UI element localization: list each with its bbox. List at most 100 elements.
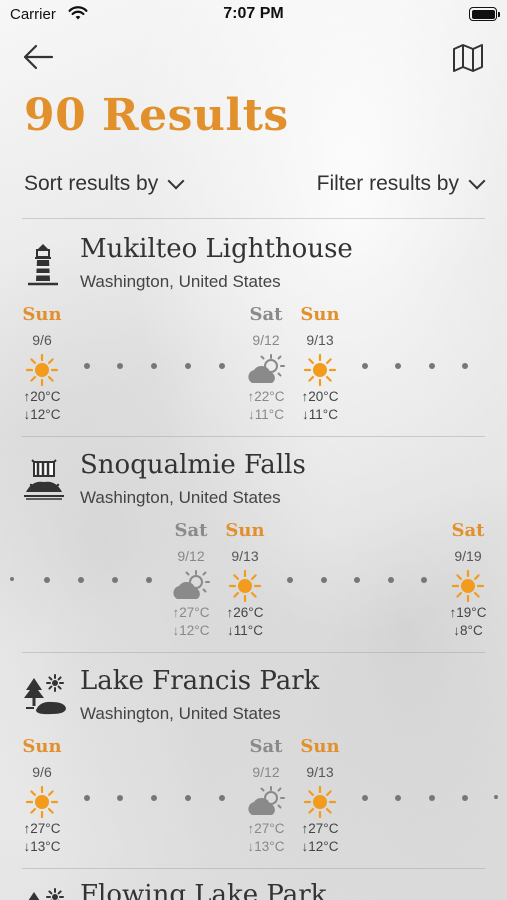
sun-icon — [217, 568, 273, 604]
forecast-day: Sun 9/6 ↑20°C ↓12°C — [14, 304, 70, 424]
day-name: Sun — [22, 304, 62, 325]
day-name: Sat — [249, 736, 283, 757]
temp-high: ↑22°C — [247, 389, 285, 404]
temp-high: ↑20°C — [23, 389, 61, 404]
place-name: Mukilteo Lighthouse — [80, 234, 353, 264]
day-name: Sun — [225, 520, 265, 541]
temp-low: ↓8°C — [453, 623, 483, 638]
forecast-day: Sat 9/19 ↑19°C ↓8°C — [440, 520, 496, 640]
chevron-down-icon — [468, 172, 486, 190]
day-date: 9/6 — [32, 332, 52, 348]
forecast-day: Sun 9/6 ↑27°C ↓13°C — [14, 736, 70, 856]
partly-cloudy-icon — [163, 568, 219, 604]
place-region: Washington, United States — [80, 488, 281, 507]
temp-low: ↓13°C — [247, 839, 285, 854]
temp-low: ↓12°C — [23, 407, 61, 422]
empty-day-dot — [462, 363, 468, 369]
sun-icon — [292, 784, 348, 820]
chevron-down-icon — [167, 172, 185, 190]
empty-day-dot — [84, 795, 90, 801]
back-arrow-icon — [23, 44, 54, 70]
empty-day-dot — [287, 577, 293, 583]
empty-day-dot — [219, 363, 225, 369]
sun-icon — [14, 352, 70, 388]
day-date: 9/13 — [306, 332, 334, 348]
day-date: 9/12 — [177, 548, 205, 564]
status-bar: Carrier 7:07 PM — [0, 0, 507, 32]
empty-day-dot — [219, 795, 225, 801]
sun-icon — [440, 568, 496, 604]
partly-cloudy-icon — [238, 784, 294, 820]
empty-day-dot — [117, 363, 123, 369]
empty-day-dot — [429, 363, 435, 369]
place-region: Washington, United States — [80, 272, 281, 291]
temp-low: ↓11°C — [302, 407, 338, 422]
result-card[interactable]: Mukilteo Lighthouse Washington, United S… — [0, 220, 507, 436]
empty-day-dot — [388, 577, 394, 583]
day-name: Sun — [22, 736, 62, 757]
forecast-day: Sat 9/12 ↑27°C ↓12°C — [163, 520, 219, 640]
empty-day-dot — [78, 577, 84, 583]
day-name: Sat — [451, 520, 485, 541]
page-title: 90 Results — [24, 90, 289, 141]
waterfall-icon — [22, 458, 64, 500]
temp-low: ↓12°C — [301, 839, 339, 854]
temp-high: ↑27°C — [247, 821, 285, 836]
empty-day-dot — [112, 577, 118, 583]
empty-day-dot — [429, 795, 435, 801]
empty-day-dot — [354, 577, 360, 583]
temp-low: ↓11°C — [227, 623, 263, 638]
forecast-day: Sun 9/13 ↑20°C ↓11°C — [292, 304, 348, 424]
place-name: Lake Francis Park — [80, 666, 320, 696]
temp-high: ↑27°C — [172, 605, 210, 620]
empty-day-dot — [462, 795, 468, 801]
forecast-day: Sat 9/12 ↑22°C ↓11°C — [238, 304, 294, 424]
empty-day-dot — [185, 363, 191, 369]
forecast-day: Sat 9/12 ↑27°C ↓13°C — [238, 736, 294, 856]
temp-high: ↑27°C — [301, 821, 339, 836]
result-card[interactable]: Flowing Lake Park — [0, 868, 507, 900]
divider — [22, 218, 485, 219]
empty-day-dot — [185, 795, 191, 801]
day-date: 9/13 — [231, 548, 259, 564]
filter-label: Filter results by — [316, 172, 459, 195]
empty-day-dot — [151, 363, 157, 369]
place-name: Flowing Lake Park — [80, 880, 327, 900]
forecast-day: Sun 9/13 ↑26°C ↓11°C — [217, 520, 273, 640]
sun-icon — [292, 352, 348, 388]
result-card[interactable]: Snoqualmie Falls Washington, United Stat… — [0, 436, 507, 652]
forecast-day: Sun 9/13 ↑27°C ↓12°C — [292, 736, 348, 856]
empty-day-dot — [395, 363, 401, 369]
place-region: Washington, United States — [80, 704, 281, 723]
empty-day-dot — [321, 577, 327, 583]
empty-day-dot — [395, 795, 401, 801]
empty-day-dot — [84, 363, 90, 369]
filter-button[interactable]: Filter results by — [316, 172, 486, 196]
empty-day-dot — [10, 577, 14, 581]
sun-icon — [14, 784, 70, 820]
sort-label: Sort results by — [24, 172, 159, 195]
day-date: 9/12 — [252, 764, 280, 780]
back-button[interactable] — [22, 42, 56, 72]
empty-day-dot — [151, 795, 157, 801]
temp-low: ↓13°C — [23, 839, 61, 854]
temp-high: ↑20°C — [301, 389, 339, 404]
day-name: Sun — [300, 304, 340, 325]
map-icon — [453, 44, 483, 72]
lighthouse-icon — [22, 242, 64, 286]
day-name: Sat — [249, 304, 283, 325]
empty-day-dot — [362, 795, 368, 801]
temp-low: ↓12°C — [172, 623, 210, 638]
park-icon — [22, 674, 66, 716]
temp-low: ↓11°C — [248, 407, 284, 422]
sort-button[interactable]: Sort results by — [24, 172, 185, 196]
empty-day-dot — [146, 577, 152, 583]
day-date: 9/12 — [252, 332, 280, 348]
place-name: Snoqualmie Falls — [80, 450, 306, 480]
empty-day-dot — [421, 577, 427, 583]
temp-high: ↑26°C — [226, 605, 264, 620]
map-button[interactable] — [451, 42, 485, 74]
battery-icon — [469, 7, 500, 21]
temp-high: ↑19°C — [449, 605, 487, 620]
result-card[interactable]: Lake Francis Park Washington, United Sta… — [0, 652, 507, 868]
